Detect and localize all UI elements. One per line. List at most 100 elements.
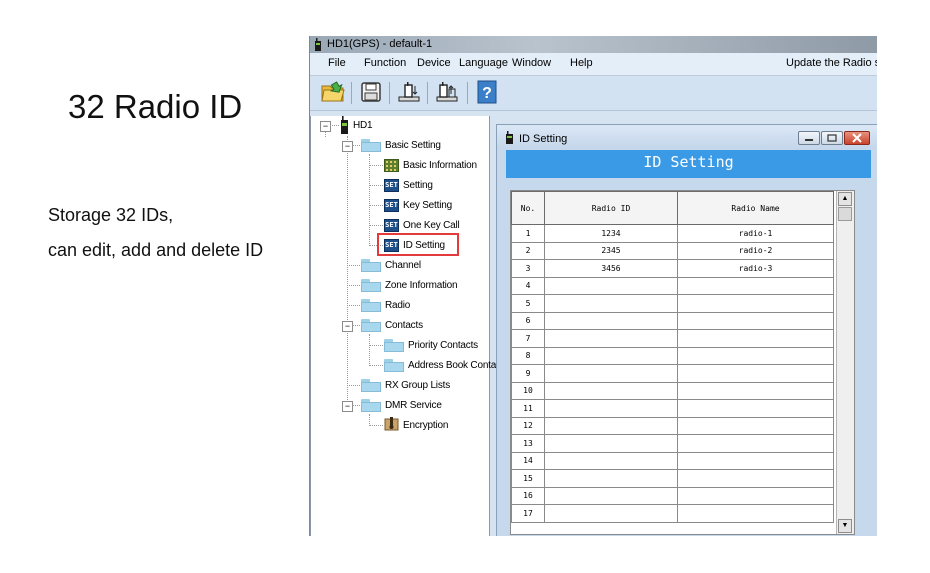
cell-radio-name[interactable] xyxy=(677,381,834,400)
cell-radio-id[interactable] xyxy=(544,364,678,383)
tree-node-radio[interactable]: Radio xyxy=(361,296,410,314)
save-icon[interactable] xyxy=(358,79,384,105)
menu-device[interactable]: Device xyxy=(417,57,451,69)
table-row[interactable]: 17 xyxy=(511,504,834,523)
cell-radio-id[interactable] xyxy=(544,504,678,523)
cell-radio-name[interactable] xyxy=(677,451,834,470)
cell-radio-id[interactable] xyxy=(544,399,678,418)
cell-radio-id[interactable] xyxy=(544,276,678,295)
cell-radio-id[interactable] xyxy=(544,451,678,470)
cell-no: 6 xyxy=(511,311,545,330)
table-row[interactable]: 5 xyxy=(511,294,834,313)
cell-radio-name[interactable]: radio-3 xyxy=(677,259,834,278)
device-tree: − HD1 − Basic Setting Basic Information … xyxy=(310,116,496,536)
table-row[interactable]: 11 xyxy=(511,399,834,418)
column-header-no[interactable]: No. xyxy=(511,191,545,225)
cell-radio-name[interactable] xyxy=(677,294,834,313)
table-row[interactable]: 1 1234 radio-1 xyxy=(511,224,834,243)
scroll-up-icon[interactable]: ▲ xyxy=(838,192,852,206)
menu-function[interactable]: Function xyxy=(364,57,406,69)
write-to-radio-icon[interactable] xyxy=(434,79,460,105)
cell-radio-name[interactable] xyxy=(677,486,834,505)
help-icon[interactable]: ? xyxy=(474,79,500,105)
cell-radio-name[interactable] xyxy=(677,346,834,365)
collapse-dmr-service-toggle[interactable]: − xyxy=(342,401,353,412)
collapse-basic-setting-toggle[interactable]: − xyxy=(342,141,353,152)
cell-radio-id[interactable] xyxy=(544,329,678,348)
cell-radio-name[interactable] xyxy=(677,399,834,418)
table-row[interactable]: 16 xyxy=(511,486,834,505)
close-button[interactable] xyxy=(844,131,870,145)
table-row[interactable]: 14 xyxy=(511,451,834,470)
column-header-radio-id[interactable]: Radio ID xyxy=(544,191,678,225)
tree-node-hd1[interactable]: HD1 xyxy=(339,116,373,134)
table-row[interactable]: 3 3456 radio-3 xyxy=(511,259,834,278)
table-row[interactable]: 12 xyxy=(511,416,834,435)
table-row[interactable]: 10 xyxy=(511,381,834,400)
collapse-contacts-toggle[interactable]: − xyxy=(342,321,353,332)
cell-radio-id[interactable] xyxy=(544,416,678,435)
table-row[interactable]: 2 2345 radio-2 xyxy=(511,241,834,260)
cell-radio-id[interactable] xyxy=(544,434,678,453)
cell-radio-name[interactable] xyxy=(677,469,834,488)
cell-radio-name[interactable] xyxy=(677,311,834,330)
table-row[interactable]: 6 xyxy=(511,311,834,330)
cell-radio-name[interactable]: radio-1 xyxy=(677,224,834,243)
menu-update-radio[interactable]: Update the Radio s xyxy=(786,57,877,69)
cell-radio-id[interactable] xyxy=(544,346,678,365)
cell-radio-id[interactable] xyxy=(544,381,678,400)
table-row[interactable]: 4 xyxy=(511,276,834,295)
table-row[interactable]: 8 xyxy=(511,346,834,365)
cell-radio-id[interactable] xyxy=(544,469,678,488)
tree-node-basic-information[interactable]: Basic Information xyxy=(384,156,477,174)
cell-radio-id[interactable] xyxy=(544,294,678,313)
cell-radio-name[interactable] xyxy=(677,276,834,295)
tree-node-dmr-service[interactable]: DMR Service xyxy=(361,396,442,414)
minimize-button[interactable] xyxy=(798,131,820,145)
cell-radio-id[interactable] xyxy=(544,311,678,330)
scroll-thumb[interactable] xyxy=(838,207,852,221)
table-row[interactable]: 13 xyxy=(511,434,834,453)
cell-radio-name[interactable] xyxy=(677,416,834,435)
table-row[interactable]: 7 xyxy=(511,329,834,348)
cell-radio-name[interactable]: radio-2 xyxy=(677,241,834,260)
cell-no: 15 xyxy=(511,469,545,488)
cell-radio-id[interactable] xyxy=(544,486,678,505)
open-folder-icon[interactable] xyxy=(320,79,346,105)
table-row[interactable]: 15 xyxy=(511,469,834,488)
scroll-down-icon[interactable]: ▼ xyxy=(838,519,852,533)
tree-label-dmr-service: DMR Service xyxy=(385,399,442,411)
tree-node-contacts[interactable]: Contacts xyxy=(361,316,423,334)
column-header-radio-name[interactable]: Radio Name xyxy=(677,191,834,225)
vertical-scrollbar[interactable]: ▲ ▼ xyxy=(836,191,854,534)
tree-node-basic-setting[interactable]: Basic Setting xyxy=(361,136,441,154)
cell-radio-id[interactable]: 3456 xyxy=(544,259,678,278)
cell-radio-id[interactable]: 2345 xyxy=(544,241,678,260)
menu-language[interactable]: Language xyxy=(459,57,508,69)
menu-file[interactable]: File xyxy=(328,57,346,69)
cell-radio-name[interactable] xyxy=(677,434,834,453)
tree-node-channel[interactable]: Channel xyxy=(361,256,421,274)
tree-node-encryption[interactable]: Encryption xyxy=(384,416,448,434)
collapse-root-toggle[interactable]: − xyxy=(320,121,331,132)
cell-radio-id[interactable]: 1234 xyxy=(544,224,678,243)
tree-node-key-setting[interactable]: SET Key Setting xyxy=(384,196,452,214)
set-icon: SET xyxy=(384,218,399,232)
table-row[interactable]: 9 xyxy=(511,364,834,383)
tree-node-address-book[interactable]: Address Book Conta xyxy=(384,356,496,374)
cell-radio-name[interactable] xyxy=(677,329,834,348)
tree-label-key-setting: Key Setting xyxy=(403,199,452,211)
tree-node-setting[interactable]: SET Setting xyxy=(384,176,433,194)
tree-node-zone-information[interactable]: Zone Information xyxy=(361,276,458,294)
read-from-radio-icon[interactable] xyxy=(396,79,422,105)
id-setting-highlight xyxy=(377,233,459,256)
cell-radio-name[interactable] xyxy=(677,504,834,523)
tree-node-one-key-call[interactable]: SET One Key Call xyxy=(384,216,460,234)
menu-window[interactable]: Window xyxy=(512,57,551,69)
maximize-button[interactable] xyxy=(821,131,843,145)
tree-node-priority-contacts[interactable]: Priority Contacts xyxy=(384,336,478,354)
cell-radio-name[interactable] xyxy=(677,364,834,383)
tree-node-rx-group-lists[interactable]: RX Group Lists xyxy=(361,376,450,394)
menu-help[interactable]: Help xyxy=(570,57,593,69)
folder-icon xyxy=(361,378,381,392)
